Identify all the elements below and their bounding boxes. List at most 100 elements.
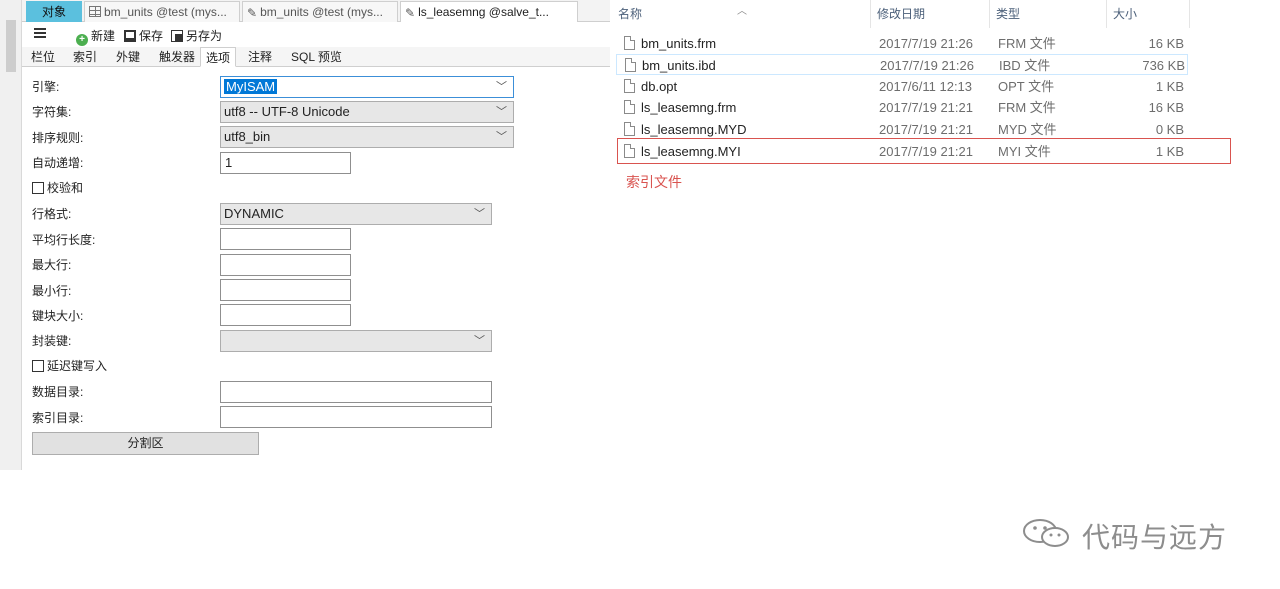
chevron-down-icon: ﹀ <box>474 335 485 347</box>
design-pencil-icon: ✎ <box>247 6 258 20</box>
delay-key-write-label: 延迟键写入 <box>47 359 108 373</box>
data-directory-label: 数据目录: <box>32 385 84 399</box>
tab-indexes[interactable]: 索引 <box>68 47 102 67</box>
file-size: 16 KB <box>1148 100 1184 115</box>
file-name: bm_units.ibd <box>642 58 716 73</box>
watermark-text: 代码与远方 <box>1082 522 1228 553</box>
tab-comments[interactable]: 注释 <box>243 47 277 67</box>
avg-row-length-input[interactable] <box>220 228 351 250</box>
tab-options[interactable]: 选项 <box>200 47 237 67</box>
column-name-label: 名称 <box>618 7 643 21</box>
file-type: IBD 文件 <box>999 58 1051 73</box>
tab-label: ls_leasemng @salve_t... <box>418 5 549 19</box>
new-button[interactable]: + 新建 <box>76 28 116 46</box>
file-icon <box>624 100 635 114</box>
data-directory-input[interactable] <box>220 381 492 403</box>
max-rows-input[interactable] <box>220 254 351 276</box>
file-name: ls_leasemng.frm <box>641 100 737 115</box>
file-icon <box>624 36 635 50</box>
auto-increment-label: 自动递增: <box>32 156 84 170</box>
save-icon <box>124 30 136 42</box>
file-size: 16 KB <box>1148 36 1184 51</box>
options-form: 引擎: MyISAM ﹀ 字符集: utf8 -- UTF-8 Unicode ﹀ … <box>22 67 610 470</box>
file-name: ls_leasemng.MYD <box>641 122 747 137</box>
file-type: OPT 文件 <box>998 79 1055 94</box>
chevron-down-icon: ﹀ <box>496 131 507 143</box>
checkbox-box[interactable] <box>32 360 44 372</box>
file-row[interactable]: ls_leasemng.frm 2017/7/19 21:21 FRM 文件 1… <box>616 97 1188 118</box>
file-size: 0 KB <box>1155 122 1184 137</box>
plus-icon: + <box>76 34 88 46</box>
max-rows-label: 最大行: <box>32 258 72 272</box>
row-format-select[interactable]: DYNAMIC ﹀ <box>220 203 492 225</box>
collation-label: 排序规则: <box>32 131 84 145</box>
save-label: 保存 <box>139 29 164 43</box>
engine-label: 引擎: <box>32 80 60 94</box>
checksum-checkbox[interactable]: 校验和 <box>32 180 83 198</box>
wechat-icon <box>1023 519 1069 547</box>
auto-increment-input[interactable]: 1 <box>220 152 351 174</box>
file-icon <box>625 58 636 72</box>
collation-select[interactable]: utf8_bin ﹀ <box>220 126 514 148</box>
file-icon <box>624 122 635 136</box>
file-type: FRM 文件 <box>998 36 1056 51</box>
tab-label: 对象 <box>41 5 66 19</box>
delay-key-write-checkbox[interactable]: 延迟键写入 <box>32 358 107 376</box>
new-label: 新建 <box>91 29 116 43</box>
key-block-size-label: 键块大小: <box>32 309 84 323</box>
checkbox-box[interactable] <box>32 182 44 194</box>
tab-objects[interactable]: 对象 <box>26 1 82 22</box>
menu-icon[interactable] <box>34 28 46 38</box>
charset-select[interactable]: utf8 -- UTF-8 Unicode ﹀ <box>220 101 514 123</box>
save-button[interactable]: 保存 <box>124 28 163 44</box>
file-size: 1 KB <box>1155 79 1184 94</box>
tab-label: bm_units @test (mys... <box>260 5 383 19</box>
index-directory-label: 索引目录: <box>32 411 84 425</box>
pack-keys-select[interactable]: ﹀ <box>220 330 492 352</box>
file-row[interactable]: bm_units.frm 2017/7/19 21:26 FRM 文件 16 K… <box>616 33 1188 54</box>
collation-value: utf8_bin <box>224 129 271 144</box>
file-explorer: 名称 ︿ 修改日期 类型 大小 bm_units.frm 2017/7/19 21… <box>612 0 1280 589</box>
file-row-selected[interactable]: bm_units.ibd 2017/7/19 21:26 IBD 文件 736 … <box>616 54 1188 75</box>
save-as-icon <box>171 30 183 42</box>
min-rows-input[interactable] <box>220 279 351 301</box>
engine-select[interactable]: MyISAM ﹀ <box>220 76 514 98</box>
file-size: 736 KB <box>1142 58 1185 73</box>
checksum-label: 校验和 <box>47 181 84 195</box>
partition-button[interactable]: 分割区 <box>32 432 259 455</box>
file-type: FRM 文件 <box>998 100 1056 115</box>
column-type[interactable]: 类型 <box>990 0 1107 28</box>
vertical-scrollbar[interactable] <box>0 0 22 470</box>
tab-sql-preview[interactable]: SQL 预览 <box>286 47 347 67</box>
scrollbar-thumb[interactable] <box>6 20 16 72</box>
file-row[interactable]: ls_leasemng.MYD 2017/7/19 21:21 MYD 文件 0… <box>616 119 1188 140</box>
highlight-box <box>617 138 1231 164</box>
column-size[interactable]: 大小 <box>1107 0 1190 28</box>
chevron-down-icon: ﹀ <box>474 208 485 220</box>
key-block-size-input[interactable] <box>220 304 351 326</box>
table-designer: 对象 bm_units @test (mys... ✎ bm_units @tes… <box>0 0 610 589</box>
tab-triggers[interactable]: 触发器 <box>154 47 200 67</box>
tab-fields[interactable]: 栏位 <box>26 47 60 67</box>
column-date[interactable]: 修改日期 <box>871 0 990 28</box>
tab-ls-leasemng[interactable]: ✎ ls_leasemng @salve_t... <box>400 1 578 22</box>
document-tab-bar: 对象 bm_units @test (mys... ✎ bm_units @tes… <box>22 0 610 22</box>
file-date: 2017/7/19 21:21 <box>879 100 973 115</box>
row-format-label: 行格式: <box>32 207 72 221</box>
designer-sub-tabs: 栏位 索引 外键 触发器 选项 注释 SQL 预览 <box>22 47 610 67</box>
column-name[interactable]: 名称 ︿ <box>612 0 871 28</box>
save-as-button[interactable]: 另存为 <box>171 28 222 44</box>
file-date: 2017/7/19 21:26 <box>880 58 974 73</box>
tab-foreign-keys[interactable]: 外键 <box>111 47 145 67</box>
file-type: MYD 文件 <box>998 122 1057 137</box>
design-pencil-icon: ✎ <box>405 6 416 20</box>
charset-label: 字符集: <box>32 105 72 119</box>
file-row[interactable]: db.opt 2017/6/11 12:13 OPT 文件 1 KB <box>616 76 1188 97</box>
tab-bm-units-2[interactable]: ✎ bm_units @test (mys... <box>242 1 398 22</box>
tab-bm-units-1[interactable]: bm_units @test (mys... <box>84 1 240 22</box>
chevron-down-icon: ﹀ <box>496 81 507 93</box>
index-directory-input[interactable] <box>220 406 492 428</box>
save-as-label: 另存为 <box>186 29 223 43</box>
tab-label: bm_units @test (mys... <box>104 5 227 19</box>
file-date: 2017/7/19 21:26 <box>879 36 973 51</box>
